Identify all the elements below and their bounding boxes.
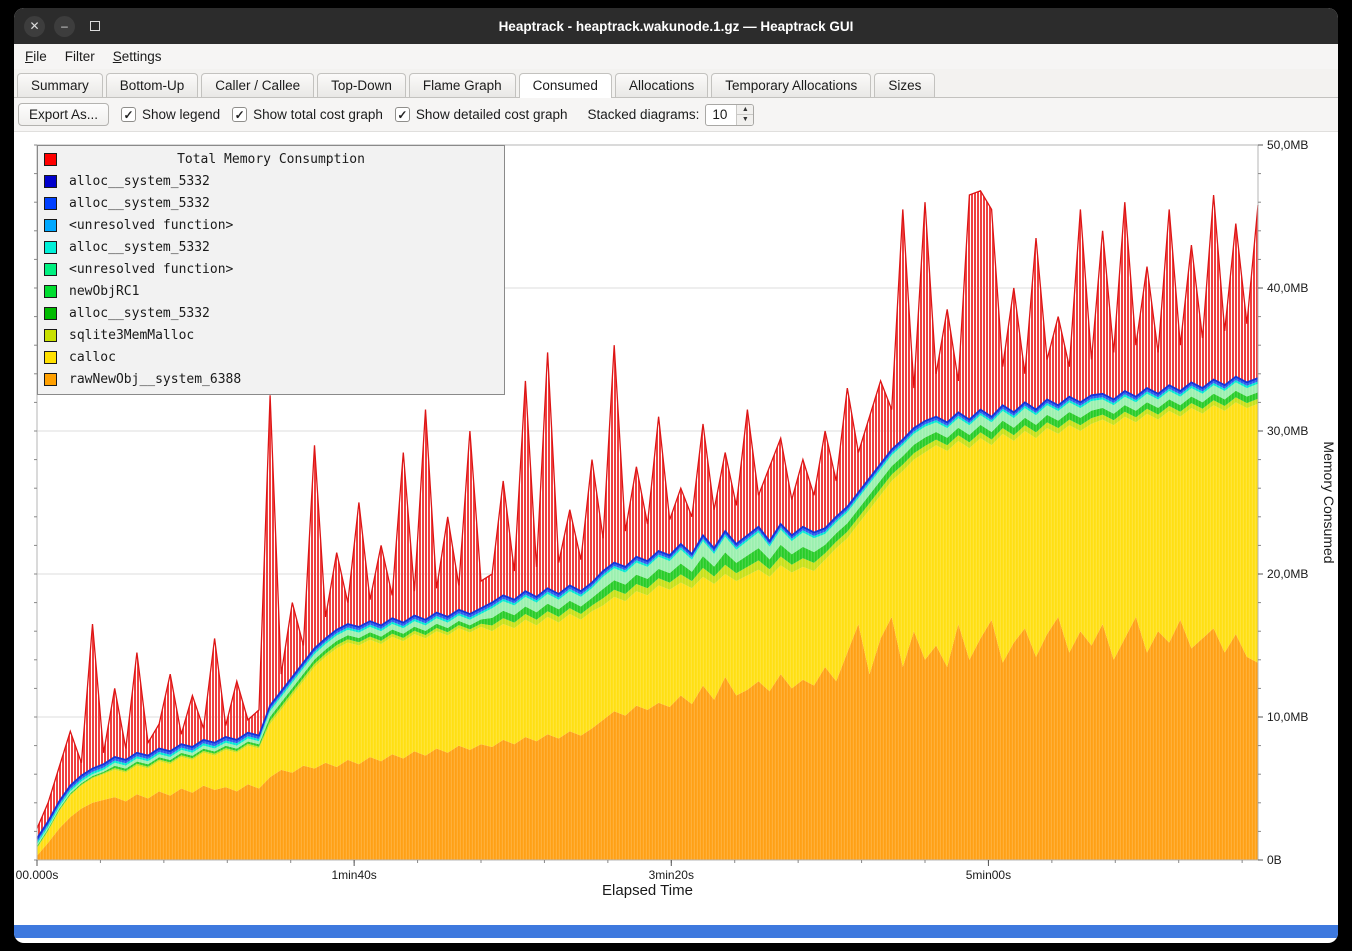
checkbox-icon[interactable]: ✓: [395, 107, 410, 122]
checkbox-show-legend[interactable]: ✓ Show legend: [121, 107, 220, 122]
checkbox-label: Show legend: [142, 107, 220, 122]
legend-label: alloc__system_5332: [69, 306, 210, 321]
tab-consumed[interactable]: Consumed: [519, 73, 612, 98]
legend-swatch: [44, 197, 57, 210]
legend-swatch: [44, 241, 57, 254]
spin-down-button[interactable]: ▼: [737, 115, 753, 125]
legend-label: calloc: [69, 350, 116, 365]
svg-text:50,0MB: 50,0MB: [1267, 138, 1308, 152]
legend-title-row: Total Memory Consumption: [38, 148, 504, 170]
legend-swatch: [44, 175, 57, 188]
legend-item: alloc__system_5332: [38, 236, 504, 258]
minimize-icon: –: [61, 20, 68, 32]
checkbox-show-total-cost-graph[interactable]: ✓ Show total cost graph: [232, 107, 383, 122]
tab-flame-graph[interactable]: Flame Graph: [409, 73, 516, 97]
checkbox-label: Show detailed cost graph: [416, 107, 568, 122]
stacked-diagrams-label: Stacked diagrams:: [588, 107, 700, 122]
chart-area: 0B 10,0MB 20,0MB 30,0MB 40,0MB 50,0MB 00.000s 1…: [14, 132, 1338, 880]
menu-item-settings[interactable]: Settings: [104, 44, 171, 69]
tab-bottom-up[interactable]: Bottom-Up: [106, 73, 199, 97]
tab-allocations[interactable]: Allocations: [615, 73, 708, 97]
tab-sizes[interactable]: Sizes: [874, 73, 935, 97]
legend-swatch: [44, 285, 57, 298]
toolbar-checkboxes: ✓ Show legend ✓ Show total cost graph ✓ Show …: [121, 107, 568, 122]
chart-legend: Total Memory Consumption alloc__system_53…: [37, 145, 505, 395]
spin-up-button[interactable]: ▲: [737, 105, 753, 116]
legend-title: Total Memory Consumption: [177, 152, 365, 167]
legend-swatch: [44, 307, 57, 320]
stacked-diagrams-spinbox[interactable]: 10 ▲ ▼: [705, 104, 754, 126]
legend-swatch: [44, 263, 57, 276]
arrow-up-icon: ▲: [742, 106, 749, 113]
elapsed-time-label: Elapsed Time: [37, 880, 1258, 899]
legend-item: <unresolved function>: [38, 258, 504, 280]
svg-text:3min20s: 3min20s: [649, 868, 694, 880]
maximize-button[interactable]: [84, 16, 105, 37]
legend-label: <unresolved function>: [69, 262, 233, 277]
checkbox-icon[interactable]: ✓: [121, 107, 136, 122]
menu-item-filter[interactable]: Filter: [56, 44, 104, 69]
legend-item: <unresolved function>: [38, 214, 504, 236]
window-title: Heaptrack - heaptrack.wakunode.1.gz — He…: [14, 19, 1338, 34]
legend-label: alloc__system_5332: [69, 240, 210, 255]
window-controls: ✕–: [24, 8, 105, 44]
checkbox-show-detailed-cost-graph[interactable]: ✓ Show detailed cost graph: [395, 107, 568, 122]
legend-item: alloc__system_5332: [38, 170, 504, 192]
legend-swatch: [44, 219, 57, 232]
toolbar: Export As... ✓ Show legend ✓ Show total cos…: [14, 98, 1338, 132]
minimize-button[interactable]: –: [54, 16, 75, 37]
legend-total-swatch: [44, 153, 57, 166]
legend-label: alloc__system_5332: [69, 174, 210, 189]
spinbox-value[interactable]: 10: [706, 105, 736, 125]
svg-text:10,0MB: 10,0MB: [1267, 710, 1308, 724]
tab-temporary-allocations[interactable]: Temporary Allocations: [711, 73, 871, 97]
tab-top-down[interactable]: Top-Down: [317, 73, 406, 97]
app-window: ✕– Heaptrack - heaptrack.wakunode.1.gz —…: [14, 8, 1338, 943]
close-icon: ✕: [29, 20, 39, 32]
close-button[interactable]: ✕: [24, 16, 45, 37]
spinbox-buttons: ▲ ▼: [736, 105, 753, 125]
legend-item: newObjRC1: [38, 280, 504, 302]
svg-text:0B: 0B: [1267, 853, 1282, 867]
svg-text:20,0MB: 20,0MB: [1267, 567, 1308, 581]
legend-label: sqlite3MemMalloc: [69, 328, 194, 343]
export-as-button[interactable]: Export As...: [18, 103, 109, 126]
legend-label: newObjRC1: [69, 284, 139, 299]
legend-label: alloc__system_5332: [69, 196, 210, 211]
legend-label: rawNewObj__system_6388: [69, 372, 241, 387]
tab-summary[interactable]: Summary: [17, 73, 103, 97]
svg-text:30,0MB: 30,0MB: [1267, 424, 1308, 438]
stacked-diagrams-group: Stacked diagrams: 10 ▲ ▼: [588, 104, 755, 126]
legend-item: alloc__system_5332: [38, 302, 504, 324]
svg-text:1min40s: 1min40s: [331, 868, 376, 880]
menubar: FileFilterSettings: [14, 44, 1338, 69]
legend-item: sqlite3MemMalloc: [38, 324, 504, 346]
maximize-icon: [90, 21, 100, 31]
legend-label: <unresolved function>: [69, 218, 233, 233]
svg-text:40,0MB: 40,0MB: [1267, 281, 1308, 295]
svg-text:Memory Consumed: Memory Consumed: [1321, 441, 1337, 563]
legend-item: alloc__system_5332: [38, 192, 504, 214]
menu-item-file[interactable]: File: [16, 44, 56, 69]
legend-item: rawNewObj__system_6388: [38, 368, 504, 390]
arrow-down-icon: ▼: [742, 116, 749, 123]
legend-swatch: [44, 351, 57, 364]
legend-swatch: [44, 329, 57, 342]
checkbox-icon[interactable]: ✓: [232, 107, 247, 122]
legend-swatch: [44, 373, 57, 386]
legend-item: calloc: [38, 346, 504, 368]
titlebar: ✕– Heaptrack - heaptrack.wakunode.1.gz —…: [14, 8, 1338, 44]
checkbox-label: Show total cost graph: [253, 107, 383, 122]
tab-caller-callee[interactable]: Caller / Callee: [201, 73, 314, 97]
svg-text:00.000s: 00.000s: [16, 868, 59, 880]
svg-text:5min00s: 5min00s: [966, 868, 1011, 880]
zoom-slider[interactable]: [14, 925, 1338, 938]
tab-bar: SummaryBottom-UpCaller / CalleeTop-DownF…: [14, 69, 1338, 98]
